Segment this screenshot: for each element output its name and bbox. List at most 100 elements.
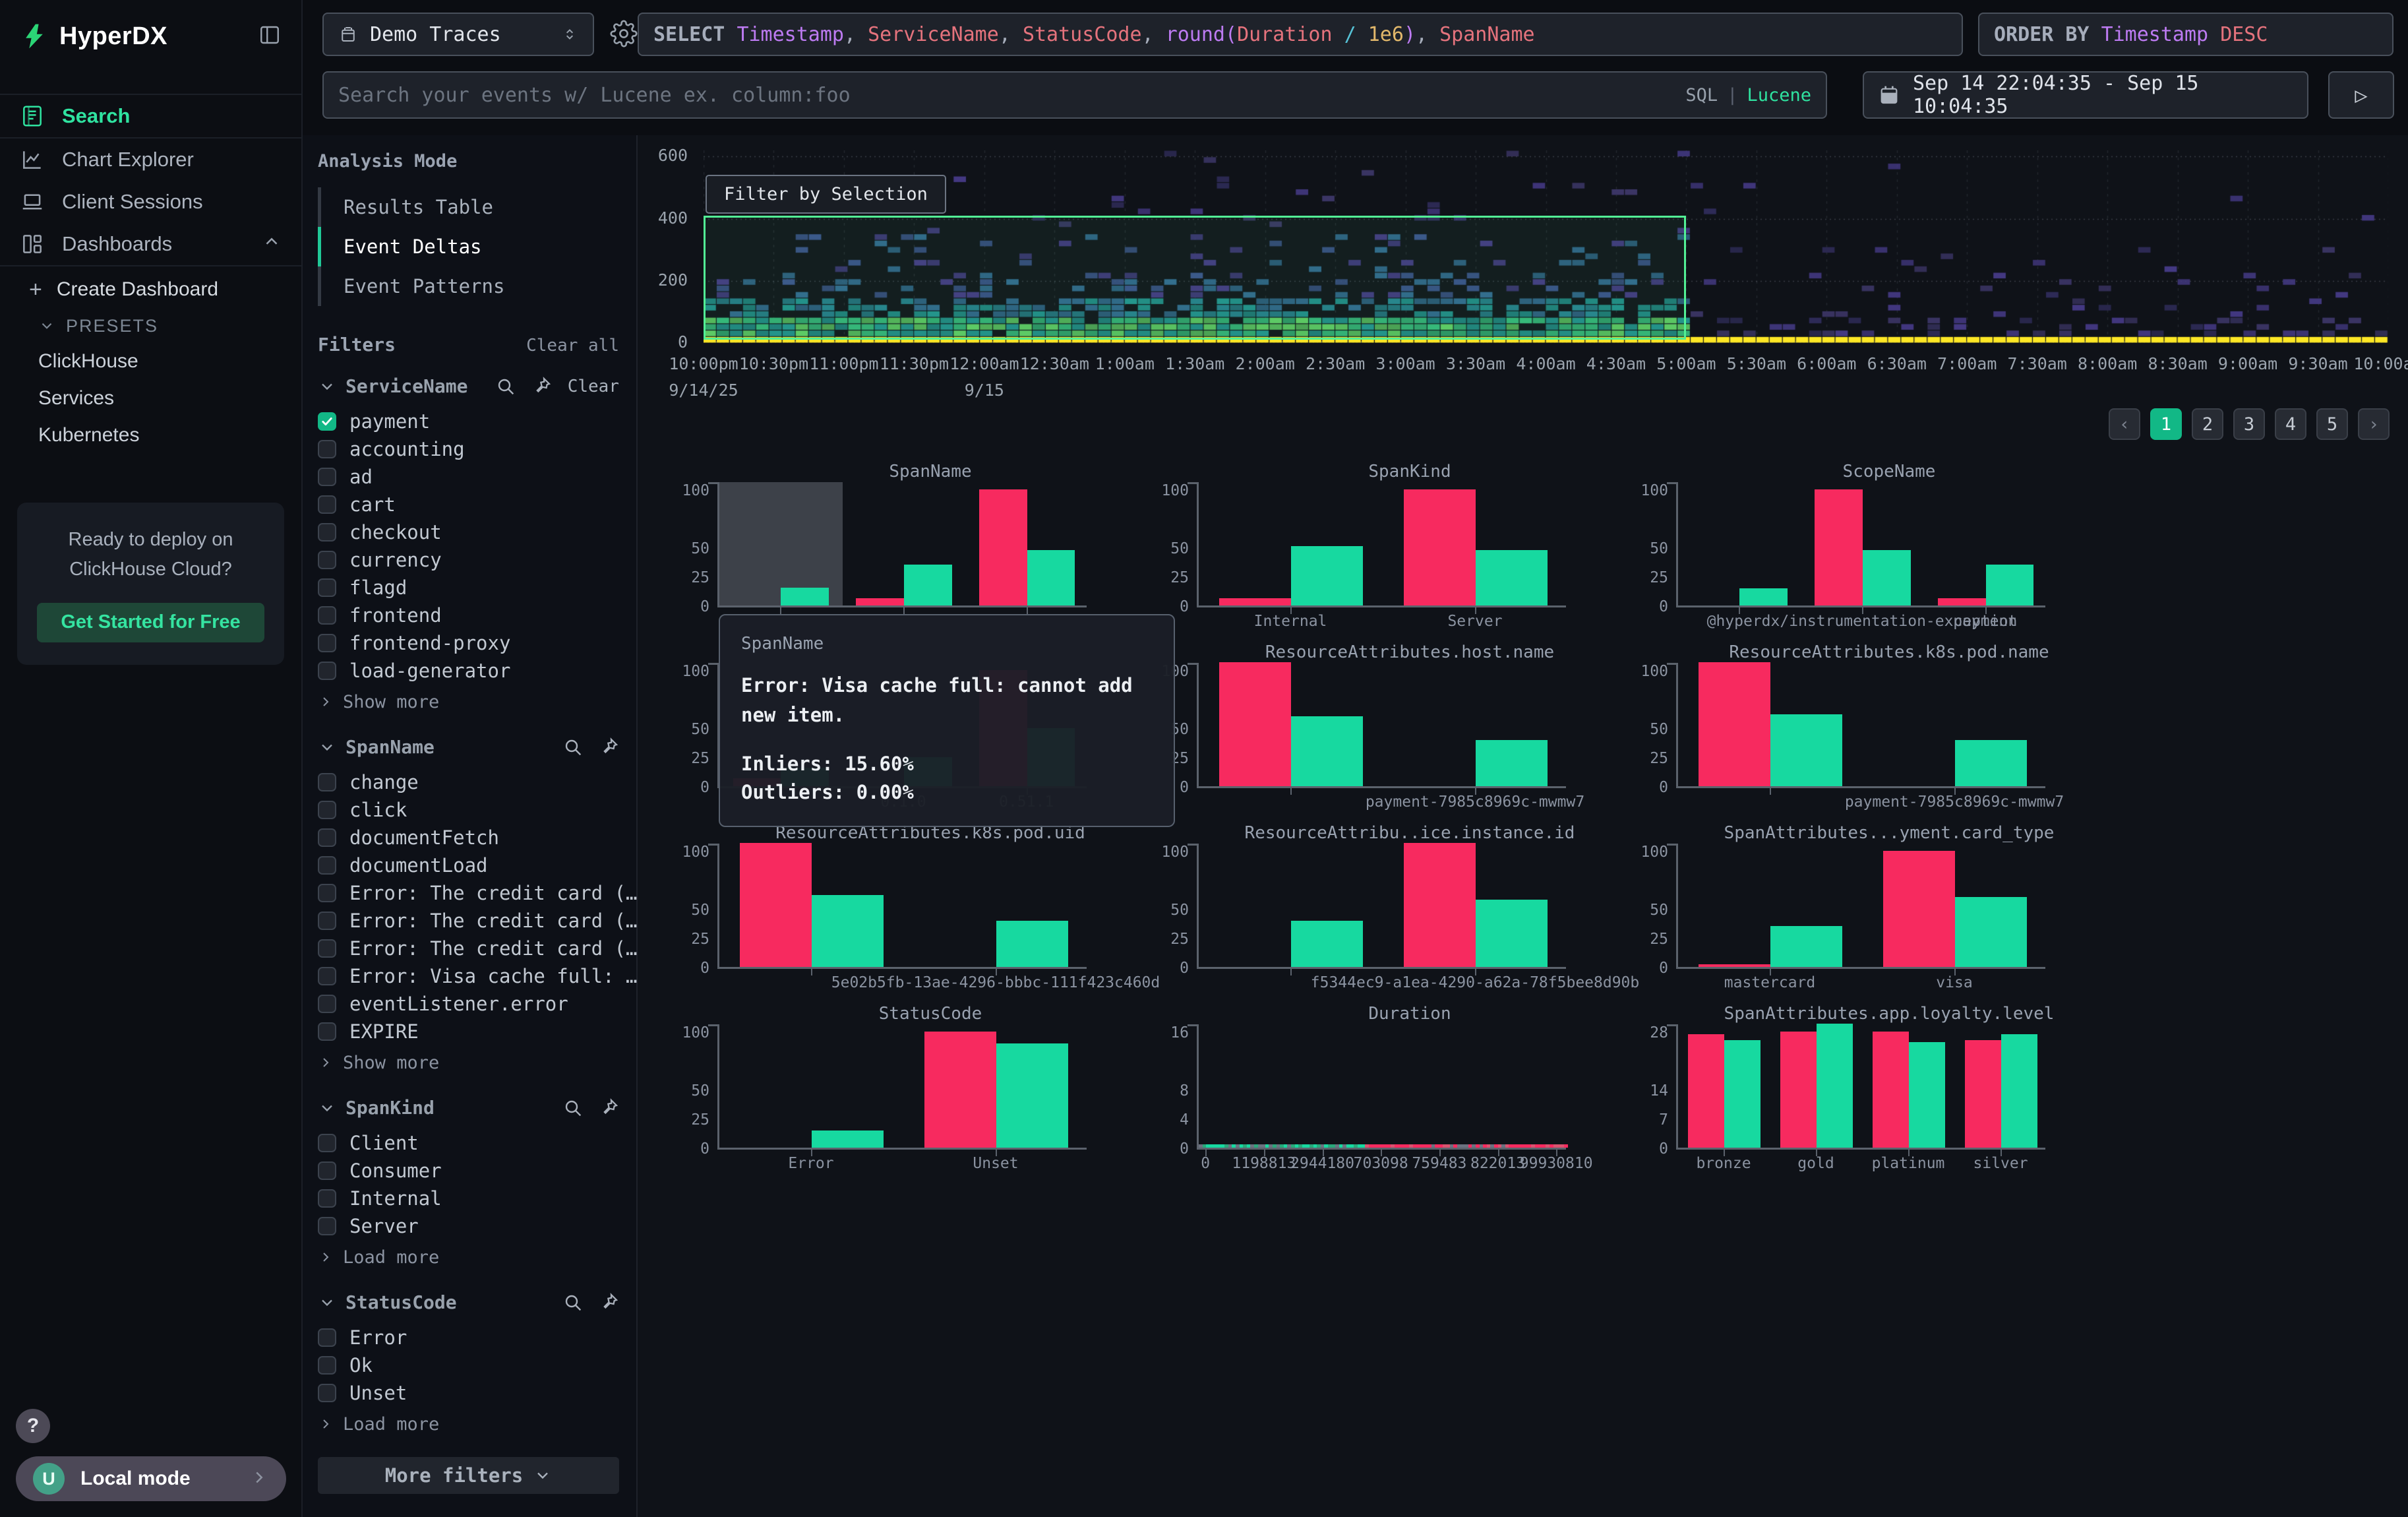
outlier-bar[interactable] [740, 843, 812, 967]
mode-sql[interactable]: SQL [1685, 85, 1718, 106]
inlier-bar[interactable] [1955, 740, 2027, 786]
analysis-mode-event-patterns[interactable]: Event Patterns [321, 266, 619, 306]
local-mode-menu[interactable]: U Local mode [16, 1456, 286, 1501]
analysis-mode-event-deltas[interactable]: Event Deltas [321, 227, 619, 266]
select-clause-input[interactable]: SELECT Timestamp, ServiceName, StatusCod… [638, 13, 1963, 56]
page-prev-button[interactable]: ‹ [2109, 408, 2140, 440]
chevron-down-icon[interactable] [318, 1099, 336, 1117]
filter-option-documentfetch[interactable]: documentFetch [318, 824, 619, 851]
checkbox[interactable] [318, 828, 336, 847]
sidebar-preset-kubernetes[interactable]: Kubernetes [0, 417, 301, 454]
filter-option-error-the-credit-card-[interactable]: Error: The credit card (… [318, 907, 619, 935]
outlier-bar[interactable] [1699, 662, 1770, 786]
outlier-bar[interactable] [1883, 851, 1955, 967]
chart-plot[interactable] [717, 844, 1087, 969]
chart-plot[interactable] [1197, 1024, 1566, 1150]
filter-option-server[interactable]: Server [318, 1212, 619, 1240]
inlier-bar[interactable] [1027, 550, 1075, 605]
filter-option-eventlistener-error[interactable]: eventListener.error [318, 990, 619, 1018]
inlier-bar[interactable] [1476, 740, 1548, 786]
inlier-bar[interactable] [1291, 546, 1363, 605]
sidebar-preset-clickhouse[interactable]: ClickHouse [0, 343, 301, 380]
page-button-3[interactable]: 3 [2233, 408, 2265, 440]
filter-option-documentload[interactable]: documentLoad [318, 851, 619, 879]
checkbox[interactable] [318, 1189, 336, 1208]
outlier-bar[interactable] [1404, 843, 1476, 967]
order-by-input[interactable]: ORDER BY Timestamp DESC [1978, 13, 2393, 56]
chevron-down-icon[interactable] [318, 738, 336, 757]
checkbox[interactable] [318, 468, 336, 486]
filter-option-error-visa-cache-full-[interactable]: Error: Visa cache full: … [318, 962, 619, 990]
checkbox[interactable] [318, 578, 336, 597]
checkbox[interactable] [318, 1328, 336, 1347]
inlier-bar[interactable] [1476, 900, 1548, 967]
checkbox[interactable] [318, 1217, 336, 1235]
create-dashboard-button[interactable]: + Create Dashboard [0, 270, 301, 309]
filter-option-click[interactable]: click [318, 796, 619, 824]
checkbox[interactable] [318, 967, 336, 985]
inlier-bar[interactable] [2001, 1034, 2037, 1148]
checkbox[interactable] [318, 1384, 336, 1402]
inlier-bar[interactable] [904, 565, 952, 605]
filter-option-frontend[interactable]: frontend [318, 602, 619, 629]
filter-option-frontend-proxy[interactable]: frontend-proxy [318, 629, 619, 657]
clear-filter-button[interactable]: Clear [568, 377, 619, 396]
checkbox[interactable] [318, 773, 336, 791]
inlier-bar[interactable] [996, 1043, 1068, 1148]
checkbox[interactable] [318, 884, 336, 902]
inlier-bar[interactable] [1909, 1042, 1945, 1148]
chart-plot[interactable] [1676, 663, 2045, 788]
chart-plot[interactable] [1197, 482, 1566, 607]
page-button-1[interactable]: 1 [2150, 408, 2182, 440]
chevron-down-icon[interactable] [318, 377, 336, 396]
page-button-2[interactable]: 2 [2192, 408, 2223, 440]
chart-plot[interactable] [717, 482, 1087, 607]
checkbox[interactable] [318, 551, 336, 569]
analysis-mode-results-table[interactable]: Results Table [321, 187, 619, 227]
inlier-bar[interactable] [1770, 714, 1842, 786]
outlier-bar[interactable] [1699, 964, 1770, 967]
help-button[interactable]: ? [16, 1409, 50, 1443]
outlier-bar[interactable] [1965, 1040, 2001, 1148]
pin-icon[interactable] [598, 1292, 619, 1313]
chart-plot[interactable] [1197, 844, 1566, 969]
filter-option-error-the-credit-card-[interactable]: Error: The credit card (… [318, 935, 619, 962]
sidebar-item-search[interactable]: Search [0, 95, 301, 137]
inlier-bar[interactable] [1770, 926, 1842, 967]
checkbox[interactable] [318, 912, 336, 930]
inlier-bar[interactable] [812, 1130, 884, 1148]
inlier-bar[interactable] [1986, 565, 2034, 605]
search-icon[interactable] [495, 376, 516, 397]
filter-option-error[interactable]: Error [318, 1324, 619, 1351]
mode-lucene[interactable]: Lucene [1747, 85, 1811, 106]
search-icon[interactable] [562, 1098, 584, 1119]
sidebar-item-client-sessions[interactable]: Client Sessions [0, 181, 301, 223]
filter-option-consumer[interactable]: Consumer [318, 1157, 619, 1185]
chart-plot[interactable] [1676, 482, 2045, 607]
chevron-down-icon[interactable] [318, 1293, 336, 1312]
gear-icon[interactable] [610, 20, 638, 51]
clear-all-button[interactable]: Clear all [526, 336, 619, 356]
checkbox[interactable] [318, 1134, 336, 1152]
filter-option-load-generator[interactable]: load-generator [318, 657, 619, 685]
pin-icon[interactable] [598, 1098, 619, 1119]
checkbox[interactable] [318, 1022, 336, 1041]
filter-option-checkout[interactable]: checkout [318, 518, 619, 546]
checkbox[interactable] [318, 606, 336, 625]
sidebar-item-chart-explorer[interactable]: Chart Explorer [0, 139, 301, 181]
outlier-bar[interactable] [1938, 598, 1986, 605]
load-more-button[interactable]: Load more [318, 1243, 619, 1272]
pin-icon[interactable] [598, 737, 619, 758]
show-more-button[interactable]: Show more [318, 1048, 619, 1077]
source-select[interactable]: Demo Traces [322, 13, 594, 56]
filter-option-internal[interactable]: Internal [318, 1185, 619, 1212]
filter-option-cart[interactable]: cart [318, 491, 619, 518]
checkbox[interactable] [318, 662, 336, 680]
more-filters-button[interactable]: More filters [318, 1457, 619, 1494]
get-started-button[interactable]: Get Started for Free [37, 603, 264, 642]
heatmap-selection-box[interactable] [704, 216, 1686, 340]
checkbox[interactable] [318, 1161, 336, 1180]
outlier-bar[interactable] [1219, 598, 1291, 605]
inlier-bar[interactable] [996, 921, 1068, 967]
load-more-button[interactable]: Load more [318, 1409, 619, 1439]
